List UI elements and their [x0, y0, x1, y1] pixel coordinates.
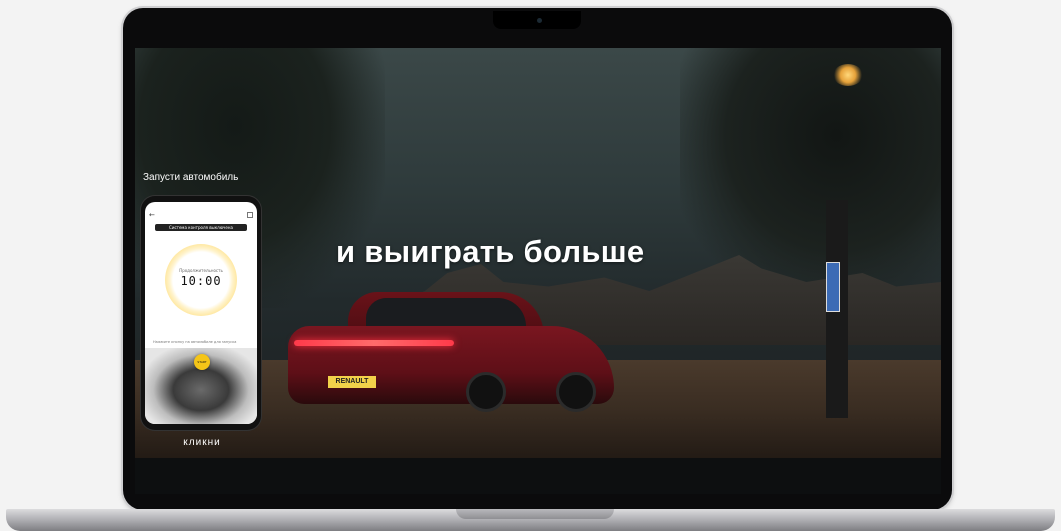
arrow-left-icon[interactable]: ← [149, 210, 155, 220]
camera-notch [493, 11, 581, 29]
parking-sign [826, 262, 840, 312]
video-headline: и выиграть больше [336, 234, 645, 269]
caption-start-car: Запусти автомобиль [143, 172, 239, 183]
phone-status-strip: Система контроля выключена [155, 224, 247, 231]
laptop-base-notch [456, 509, 614, 519]
car-rear-window [366, 298, 526, 328]
phone-header: ← [149, 210, 253, 220]
phone-screen: ← Система контроля выключена Продолжител… [145, 202, 257, 424]
start-button[interactable]: START [194, 354, 210, 370]
timer-label: Продолжительность [179, 268, 223, 273]
street-lamp [833, 64, 863, 86]
phone-note: Нажмите кнопку на автомобиле для запуска [153, 340, 237, 344]
car-wheel-front [556, 372, 596, 412]
timer-value: 10:00 [180, 274, 222, 288]
car-wheel-rear [466, 372, 506, 412]
car-taillight [294, 340, 454, 346]
license-plate: RENAULT [328, 376, 376, 388]
car-image: RENAULT [288, 288, 614, 416]
menu-icon[interactable] [247, 212, 253, 218]
phone-mockup: ← Система контроля выключена Продолжител… [141, 196, 261, 430]
screen-bottom-bar [135, 458, 941, 494]
caption-click: кликни [183, 437, 221, 448]
camera-icon [537, 18, 542, 23]
